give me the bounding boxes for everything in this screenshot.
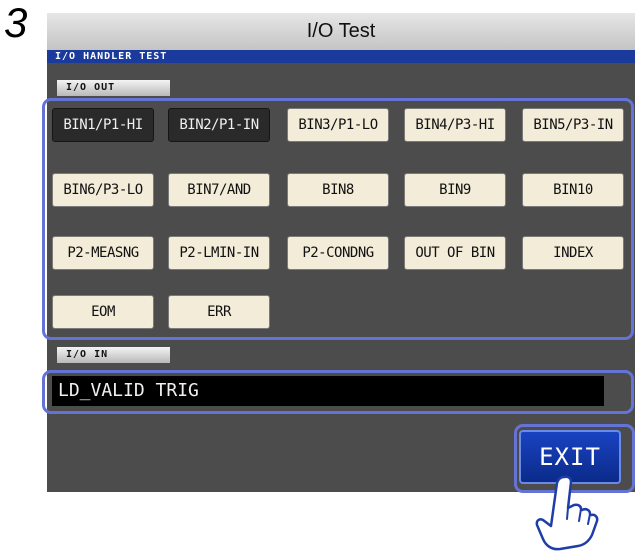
io-in-label: I/O IN: [57, 347, 170, 363]
step-number: 3: [4, 0, 28, 46]
window-title: I/O Test: [47, 13, 635, 50]
io-out-highlight-frame: [42, 98, 634, 340]
io-out-label: I/O OUT: [57, 80, 170, 96]
io-in-highlight-frame: [42, 370, 634, 414]
pointing-hand-icon: [535, 475, 599, 551]
screen-header: I/O HANDLER TEST: [47, 50, 635, 63]
